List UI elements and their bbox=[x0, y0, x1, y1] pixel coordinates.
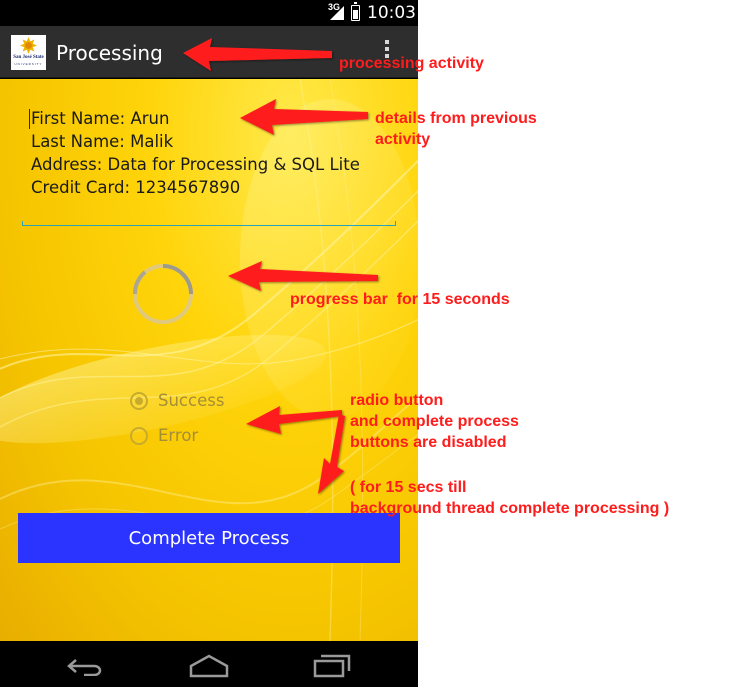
complete-process-button[interactable]: Complete Process bbox=[18, 513, 400, 563]
page-title: Processing bbox=[56, 41, 163, 65]
signal-icon bbox=[330, 6, 344, 20]
credit-card-line: Credit Card: 1234567890 bbox=[31, 178, 241, 197]
clock: 10:03 bbox=[367, 3, 416, 23]
annotation-timing: ( for 15 secs till background thread com… bbox=[350, 479, 670, 517]
app-logo[interactable]: San José State UNIVERSITY bbox=[11, 35, 46, 70]
home-icon[interactable] bbox=[188, 654, 230, 678]
annotation-disabled: radio button and complete process button… bbox=[350, 392, 519, 451]
address-line: Address: Data for Processing & SQL Lite bbox=[31, 155, 360, 174]
sun-logo-icon bbox=[20, 37, 37, 54]
radio-success-indicator bbox=[130, 392, 148, 410]
details-field-underline bbox=[22, 221, 396, 226]
annotation-progress: progress bar for 15 seconds bbox=[290, 291, 510, 308]
status-bar: 3G 10:03 bbox=[0, 0, 418, 26]
progress-spinner bbox=[132, 264, 193, 324]
logo-school-name: San José State bbox=[13, 55, 44, 60]
text-cursor bbox=[29, 109, 30, 129]
radio-error-indicator bbox=[130, 427, 148, 445]
annotation-processing-activity: processing activity bbox=[339, 55, 484, 72]
phone-screen: 3G 10:03 San José State UNIVERSITY Proce… bbox=[0, 0, 418, 687]
first-name-line: First Name: Arun bbox=[31, 109, 170, 128]
battery-icon bbox=[351, 2, 360, 21]
radio-error-label: Error bbox=[158, 426, 199, 445]
details-text-field[interactable]: First Name: Arun Last Name: Malik Addres… bbox=[29, 107, 401, 199]
recents-icon[interactable] bbox=[312, 654, 352, 678]
annotation-details: details from previous activity bbox=[375, 110, 537, 148]
back-icon[interactable] bbox=[66, 656, 106, 676]
radio-success-label: Success bbox=[158, 391, 225, 410]
logo-university-text: UNIVERSITY bbox=[14, 62, 43, 66]
content-area: First Name: Arun Last Name: Malik Addres… bbox=[0, 79, 418, 641]
navigation-bar bbox=[0, 641, 418, 687]
last-name-line: Last Name: Malik bbox=[31, 132, 174, 151]
